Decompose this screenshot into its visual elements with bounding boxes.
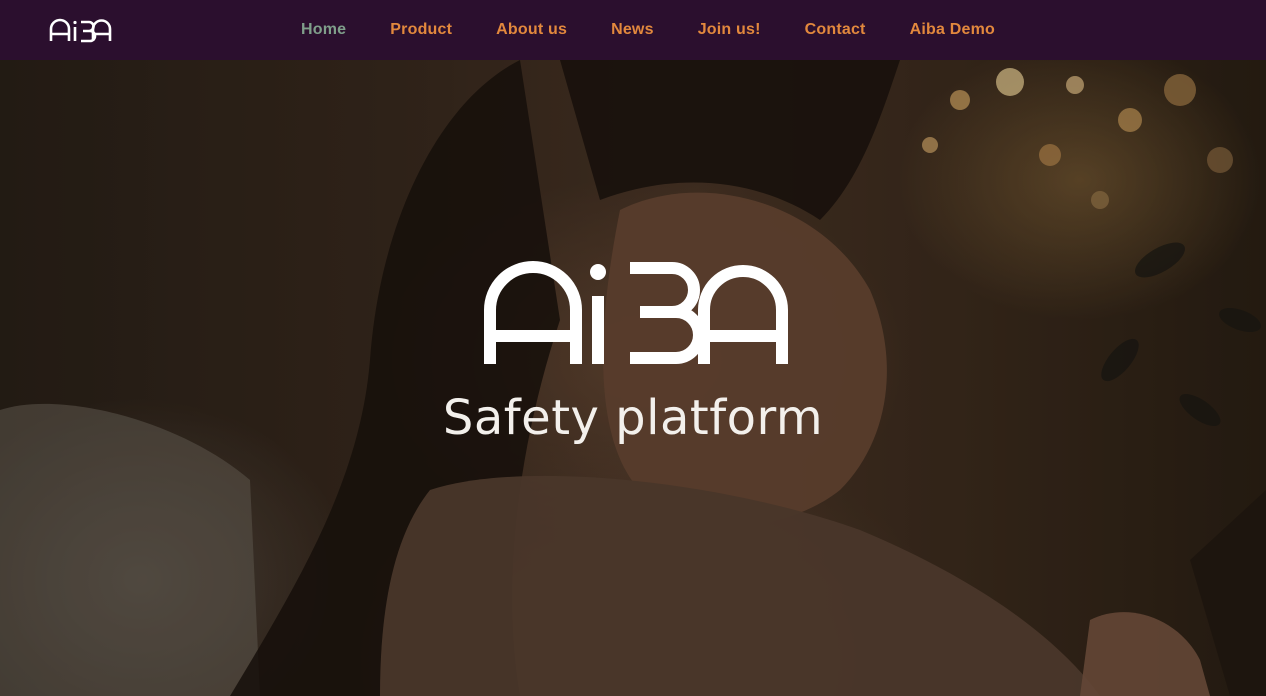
aiba-hero-logo (484, 261, 788, 364)
nav-join-us[interactable]: Join us! (698, 21, 761, 39)
hero-tagline: Safety platform (442, 390, 824, 446)
nav-contact[interactable]: Contact (805, 21, 866, 39)
main-nav: Home Product About us News Join us! Cont… (0, 0, 1266, 60)
nav-news[interactable]: News (611, 21, 654, 39)
hero-overlay (0, 60, 1266, 696)
hero-section: Safety platform (0, 60, 1266, 696)
nav-about-us[interactable]: About us (496, 21, 567, 39)
nav-home[interactable]: Home (301, 21, 346, 39)
site-header: Home Product About us News Join us! Cont… (0, 0, 1266, 60)
nav-product[interactable]: Product (390, 21, 452, 39)
nav-aiba-demo[interactable]: Aiba Demo (910, 21, 995, 39)
